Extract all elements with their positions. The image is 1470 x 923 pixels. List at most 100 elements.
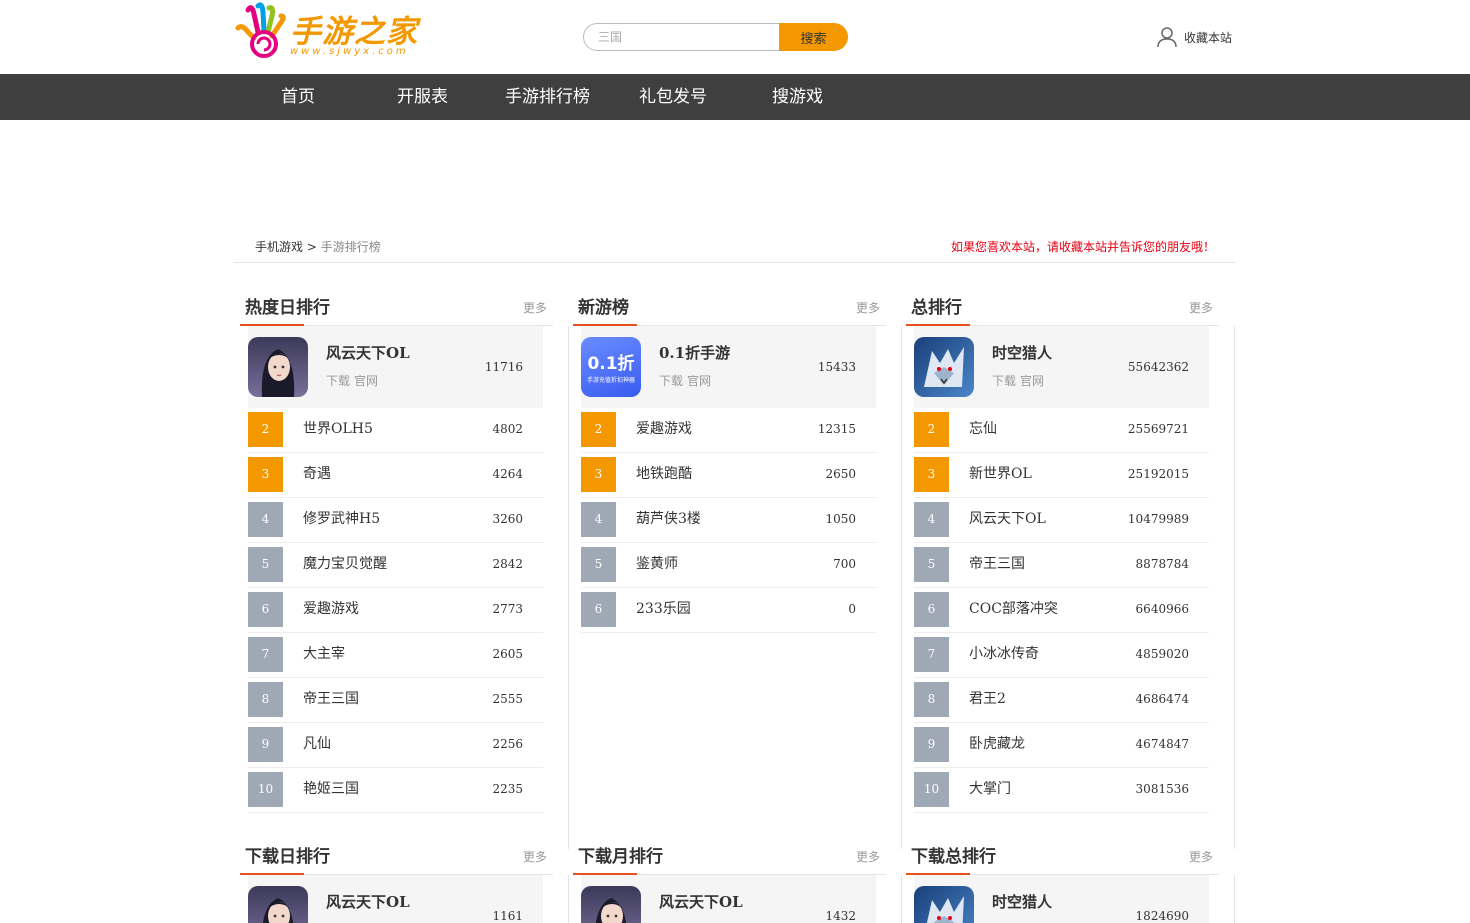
site-header: 手游之家 www.sjwyx.com 搜索 收藏本站 xyxy=(0,0,1470,74)
rank-badge: 3 xyxy=(581,457,616,492)
game-name-link[interactable]: 世界OLH5 xyxy=(303,418,373,438)
game-name-link[interactable]: 新世界OL xyxy=(969,463,1032,483)
top-game-links: 下载官网 xyxy=(326,372,382,389)
game-name-link[interactable]: 地铁跑酷 xyxy=(636,463,692,483)
game-icon[interactable] xyxy=(581,886,641,923)
game-name-link[interactable]: 帝王三国 xyxy=(969,553,1025,573)
game-name-link[interactable]: 魔力宝贝觉醒 xyxy=(303,553,387,573)
panel-more-link[interactable]: 更多 xyxy=(1189,299,1213,316)
panel-more-link[interactable]: 更多 xyxy=(1189,848,1213,865)
game-name-link[interactable]: 爱趣游戏 xyxy=(636,418,692,438)
rank-badge: 7 xyxy=(914,637,949,672)
game-count: 2842 xyxy=(492,557,523,571)
top-ranked-game[interactable]: 风云天下OL下载官网1161 xyxy=(248,875,543,923)
game-name-link[interactable]: 爱趣游戏 xyxy=(303,598,359,618)
ranking-row: 9 凡仙 2256 xyxy=(248,723,543,768)
breadcrumb-separator: > xyxy=(306,240,317,254)
game-name-link[interactable]: 卧虎藏龙 xyxy=(969,733,1025,753)
game-name-link[interactable]: 忘仙 xyxy=(969,418,997,438)
game-name-link[interactable]: 大主宰 xyxy=(303,643,345,663)
top-game-name[interactable]: 风云天下OL xyxy=(326,891,410,912)
game-name-link[interactable]: 鉴黄师 xyxy=(636,553,678,573)
game-name-link[interactable]: COC部落冲突 xyxy=(969,598,1058,618)
site-logo[interactable]: 手游之家 www.sjwyx.com xyxy=(234,2,434,60)
ranking-row: 5 魔力宝贝觉醒 2842 xyxy=(248,543,543,588)
game-icon[interactable] xyxy=(914,337,974,397)
panel-more-link[interactable]: 更多 xyxy=(856,848,880,865)
panel-more-link[interactable]: 更多 xyxy=(856,299,880,316)
breadcrumb-home-link[interactable]: 手机游戏 xyxy=(255,240,303,254)
panel-header: 下载日排行 更多 xyxy=(240,838,553,875)
game-name-link[interactable]: 葫芦侠3楼 xyxy=(636,508,701,528)
ranking-row: 2 世界OLH5 4802 xyxy=(248,408,543,453)
logo-text: 手游之家 xyxy=(290,14,418,50)
nav-item-server-list[interactable]: 开服表 xyxy=(397,74,448,120)
ranking-row: 5 鉴黄师 700 xyxy=(581,543,876,588)
game-name-link[interactable]: 奇遇 xyxy=(303,463,331,483)
official-site-link[interactable]: 官网 xyxy=(1020,374,1044,388)
game-name-link[interactable]: 风云天下OL xyxy=(969,508,1046,528)
favorite-label: 收藏本站 xyxy=(1184,30,1233,45)
game-name-link[interactable]: 233乐园 xyxy=(636,598,691,618)
ranking-row: 3 奇遇 4264 xyxy=(248,453,543,498)
game-count: 4674847 xyxy=(1135,737,1189,751)
ranking-row: 3 新世界OL 25192015 xyxy=(914,453,1209,498)
game-icon[interactable] xyxy=(248,886,308,923)
game-name-link[interactable]: 修罗武神H5 xyxy=(303,508,380,528)
rank-badge: 5 xyxy=(248,547,283,582)
search-input[interactable] xyxy=(583,23,779,51)
top-game-name[interactable]: 风云天下OL xyxy=(326,342,410,363)
top-ranked-game[interactable]: 风云天下OL下载官网1432 xyxy=(581,875,876,923)
top-game-name[interactable]: 风云天下OL xyxy=(659,891,743,912)
game-name-link[interactable]: 艳姬三国 xyxy=(303,778,359,798)
nav-item-gift-codes[interactable]: 礼包发号 xyxy=(639,74,707,120)
official-site-link[interactable]: 官网 xyxy=(687,374,711,388)
top-ranked-game[interactable]: 风云天下OL 下载 官网 11716 xyxy=(248,326,543,408)
game-icon[interactable] xyxy=(914,886,974,923)
discount-icon-subtext: 手游充值折扣神器 xyxy=(586,377,635,384)
game-icon[interactable]: 0.1折 手游充值折扣神器 xyxy=(581,337,641,397)
top-ranked-game[interactable]: 时空猎人下载官网1824690 xyxy=(914,875,1209,923)
top-ranked-game[interactable]: 时空猎人 下载 官网 55642362 xyxy=(914,326,1209,408)
top-game-name[interactable]: 时空猎人 xyxy=(992,342,1052,363)
official-site-link[interactable]: 官网 xyxy=(354,374,378,388)
game-name-link[interactable]: 帝王三国 xyxy=(303,688,359,708)
game-name-link[interactable]: 君王2 xyxy=(969,688,1006,708)
panel-more-link[interactable]: 更多 xyxy=(523,299,547,316)
rank-badge: 4 xyxy=(581,502,616,537)
ranking-row: 4 修罗武神H5 3260 xyxy=(248,498,543,543)
top-game-name[interactable]: 0.1折手游 xyxy=(659,342,730,363)
ranking-row: 5 帝王三国 8878784 xyxy=(914,543,1209,588)
nav-item-search-games[interactable]: 搜游戏 xyxy=(772,74,823,120)
nav-item-home[interactable]: 首页 xyxy=(281,74,315,120)
ranking-row: 6 爱趣游戏 2773 xyxy=(248,588,543,633)
game-count: 4264 xyxy=(492,467,523,481)
game-count: 4859020 xyxy=(1135,647,1189,661)
breadcrumb-path: 手机游戏 > 手游排行榜 xyxy=(255,238,381,255)
game-count: 2605 xyxy=(492,647,523,661)
download-link[interactable]: 下载 xyxy=(992,374,1016,388)
game-icon[interactable] xyxy=(248,337,308,397)
panel-header: 下载月排行 更多 xyxy=(573,838,886,875)
panel-divider xyxy=(901,326,902,849)
game-name-link[interactable]: 小冰冰传奇 xyxy=(969,643,1039,663)
game-count: 4802 xyxy=(492,422,523,436)
search-button[interactable]: 搜索 xyxy=(779,23,848,51)
game-name-link[interactable]: 凡仙 xyxy=(303,733,331,753)
rank-badge: 8 xyxy=(914,682,949,717)
panel-divider xyxy=(568,875,569,923)
panel-title: 下载月排行 xyxy=(578,847,663,867)
favorite-site-link[interactable]: 收藏本站 xyxy=(1156,26,1232,48)
game-count: 2256 xyxy=(492,737,523,751)
download-link[interactable]: 下载 xyxy=(326,374,350,388)
logo-url-text: www.sjwyx.com xyxy=(290,46,409,57)
download-link[interactable]: 下载 xyxy=(659,374,683,388)
rank-badge: 10 xyxy=(248,772,283,807)
nav-item-game-ranking[interactable]: 手游排行榜 xyxy=(505,74,590,120)
game-name-link[interactable]: 大掌门 xyxy=(969,778,1011,798)
panel-divider xyxy=(1234,875,1235,923)
rank-badge: 6 xyxy=(581,592,616,627)
top-game-name[interactable]: 时空猎人 xyxy=(992,891,1052,912)
panel-more-link[interactable]: 更多 xyxy=(523,848,547,865)
top-ranked-game[interactable]: 0.1折 手游充值折扣神器 0.1折手游 下载 官网 15433 xyxy=(581,326,876,408)
